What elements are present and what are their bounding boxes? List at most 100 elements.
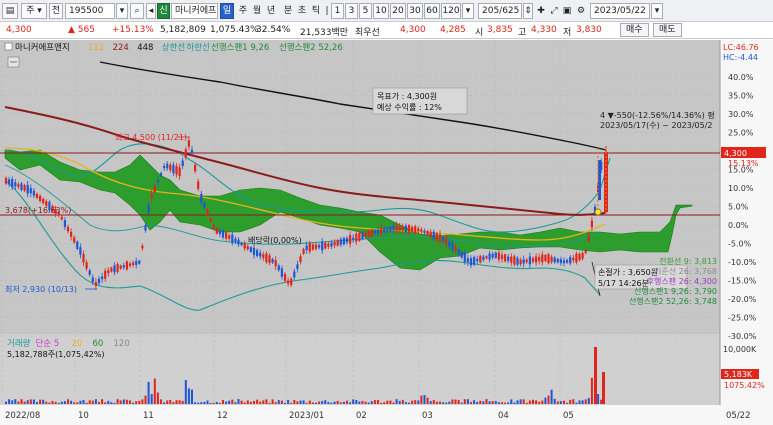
interval-30-button[interactable]: 30 [407,3,423,19]
volume-bar [256,399,259,404]
date-field[interactable]: 2023/05/22 [590,3,650,19]
stock-code-input[interactable]: 195500 [65,3,115,19]
volume-bar [528,400,531,404]
stock-type-select[interactable]: 주 ▾ [21,3,47,19]
candle-body [271,259,274,263]
legend-item: 선행스팬1 9,26 [211,42,269,53]
interval-60-button[interactable]: 60 [424,3,440,19]
volume-bar [57,402,60,404]
search-icon[interactable]: ⌕ [130,3,144,19]
volume-bar [225,401,228,404]
volume-bar [361,400,364,404]
candle-body [380,227,383,234]
legend-item: 448 [137,43,153,53]
period-year-button[interactable]: 년 [264,3,278,19]
volume-bar [79,400,82,404]
candle-body [252,247,256,255]
candle-body [345,238,349,243]
candle-body [79,247,82,255]
entry-point-icon [594,208,602,216]
volume-bar [302,400,305,404]
lc-label: LC:46.76 [723,43,759,52]
candle-body [63,220,66,227]
volume-bar [274,402,277,404]
crosshair-icon[interactable]: ✚ [534,3,548,19]
period-second-button[interactable]: 초 [295,3,309,19]
menu-icon[interactable]: ▤ [2,3,18,19]
volume-bar [271,399,274,404]
counter-spin-icon[interactable]: ⇕ [523,3,533,19]
volume-bar [538,401,541,404]
volume-bar [590,377,593,404]
candle-body [454,247,457,252]
volume-bar [85,402,88,404]
candle-body [476,258,479,262]
volume-bar [556,401,559,404]
candle-body [82,253,85,263]
volume-bar [491,401,494,404]
volume-bar [373,400,376,404]
candle-body [178,167,181,177]
price-axis-tick: -5.0% [728,240,752,249]
volume-bar [435,401,438,404]
low-price: 3,830 [576,25,602,35]
calendar-dropdown-icon[interactable]: ▾ [651,3,663,19]
period-minute-button[interactable]: 분 [281,3,295,19]
settings-gear-icon[interactable]: ⚙ [574,3,588,19]
period-day-button[interactable]: 일 [220,3,234,19]
sell-button[interactable]: 매도 [653,23,682,37]
volume-bar [284,402,286,404]
volume-bar [324,400,327,404]
candle-body [352,237,355,240]
interval-dropdown-icon[interactable]: ▾ [462,3,474,19]
candle-body [370,229,373,237]
price-axis-tick: 35.0% [728,92,754,101]
volume-bar [222,399,224,404]
stock-name-field[interactable]: 마니커에프 [171,3,218,19]
price-chart-svg[interactable]: 목표가 : 4,300원 예상 수익률 : 12% 최고 4,500 (11/2… [0,39,773,425]
interval-1-button[interactable]: 1 [331,3,344,19]
candle-body [231,234,234,243]
candle-body [85,262,88,269]
volume-bar [519,399,522,404]
period-week-button[interactable]: 주 [236,3,250,19]
interval-5-button[interactable]: 5 [359,3,372,19]
interval-20-button[interactable]: 20 [390,3,406,19]
price-tag-text: 4,300 [724,149,747,158]
volume-bar [386,400,389,404]
expected-return-text: 예상 수익률 : 12% [377,102,442,112]
price-axis-tick: -20.0% [728,295,757,304]
interval-3-button[interactable]: 3 [345,3,358,19]
candle-body [349,235,352,244]
period-tick-button[interactable]: 틱 [309,3,323,19]
code-dropdown-icon[interactable]: ▾ [116,3,128,19]
volume-bar [299,400,302,404]
candle-body [420,229,423,232]
all-filter-button[interactable]: 전 [49,3,63,19]
zoom-icon[interactable]: ⤢ [548,3,560,19]
volume: 5,182,809 [160,25,206,35]
period-month-button[interactable]: 월 [250,3,264,19]
volume-bar [82,399,85,404]
volume-bar [67,399,69,404]
volume-bar [311,402,314,404]
volume-bar [445,402,448,404]
interval-10-button[interactable]: 10 [373,3,389,19]
legend-item: 하한선 [186,42,209,53]
page-counter-field[interactable]: 205/625 [478,3,522,19]
candle-body [249,247,252,252]
volume-bar [178,400,181,404]
date-axis-tick: 2023/01 [289,411,324,421]
volume-bar [187,388,190,404]
candle-body [556,258,559,263]
candle-body [411,226,414,232]
candle-body [166,163,169,169]
save-icon[interactable]: ▣ [561,3,573,19]
candle-body [128,263,132,266]
interval-120-button[interactable]: 120 [441,3,461,19]
volume-bar [156,392,159,404]
prev-arrow-icon[interactable]: ◂ [146,3,156,19]
buy-button[interactable]: 매수 [620,23,649,37]
candle-body [321,241,324,251]
candle-body [336,240,339,246]
